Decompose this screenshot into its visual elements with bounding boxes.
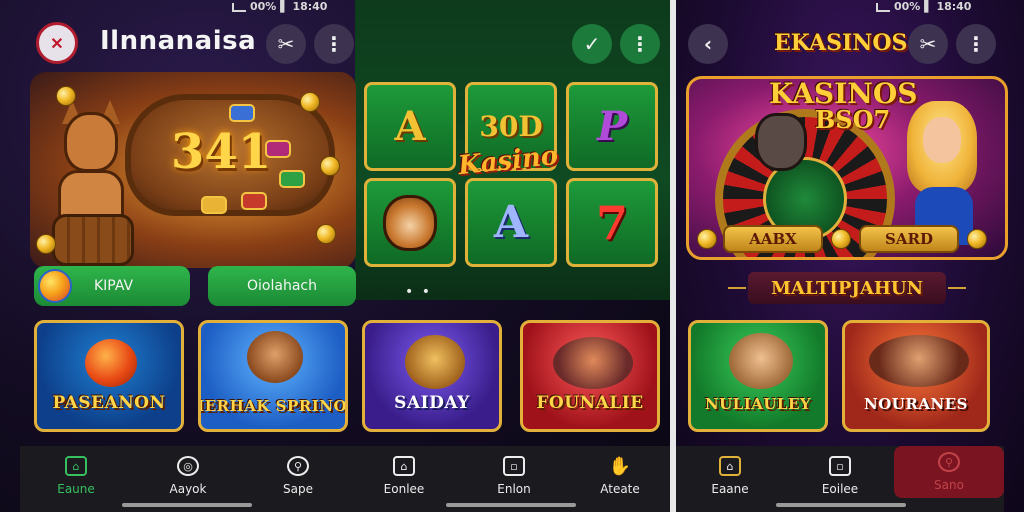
promo-pill-button[interactable]: KIPAV (34, 266, 190, 306)
more-menu-icon[interactable]: ⋮ (620, 24, 660, 64)
hero-button[interactable]: SARD (859, 225, 959, 253)
game-card[interactable]: NULIAULEY (688, 320, 828, 432)
hero-banner[interactable]: KASINOS BSO7 AABX SARD (686, 76, 1008, 260)
symbol-tile[interactable] (364, 178, 456, 267)
game-card-label: FOUNALIE (536, 393, 644, 413)
brand-logo-text: EKASINOS (774, 30, 908, 56)
character-art (729, 333, 793, 389)
gem-icon (241, 192, 267, 210)
right-phone-screen: 00% ▌ 18:40 ‹ EKASINOS ✂ ⋮ KASINOS BSO7 … (676, 0, 1024, 512)
gem-icon (279, 170, 305, 188)
game-table-art: 341 (125, 94, 335, 216)
hero-button[interactable]: AABX (723, 225, 823, 253)
promo-pill-label: Oiolahach (247, 278, 317, 294)
hero-banner[interactable]: 341 (30, 72, 356, 268)
gem-icon (229, 104, 255, 122)
symbol-tile[interactable]: P (566, 82, 658, 171)
coin-icon (697, 229, 717, 249)
chip-icon (38, 269, 72, 303)
jackpot-number: 341 (171, 124, 272, 180)
more-menu-icon[interactable]: ⋮ (956, 24, 996, 64)
nav-home[interactable]: ⌂ Eaune (36, 446, 116, 506)
game-card[interactable]: FOUNALIE (520, 320, 660, 432)
nav-home[interactable]: ⌂ Eaane (690, 446, 770, 506)
more-menu-icon[interactable]: ⋮ (314, 24, 354, 64)
game-card-label: SAIDAY (394, 393, 470, 413)
wolf-mascot (745, 99, 815, 199)
gem-icon (265, 140, 291, 158)
coin-icon (967, 229, 987, 249)
game-card[interactable]: SAIDAY (362, 320, 502, 432)
gesture-bar (446, 503, 576, 507)
symbol-tile[interactable]: A (465, 178, 557, 267)
signal-icon (876, 2, 890, 12)
home-icon: ⌂ (719, 456, 741, 476)
nav-explore[interactable]: ◎ Aayok (148, 446, 228, 506)
promo-pill-button[interactable]: Oiolahach (208, 266, 356, 306)
nav-support[interactable]: ✋ Ateate (580, 446, 660, 506)
symbol-grid: A 30D P A 7 (364, 82, 660, 272)
game-card-label: PASEANON (52, 393, 166, 413)
coin-icon (320, 156, 340, 176)
app-title: Ilnnanaisa (100, 26, 257, 56)
status-bar: 00% ▌ 18:40 (232, 0, 327, 16)
gem-icon (201, 196, 227, 214)
note-icon: ▫ (503, 456, 525, 476)
carousel-indicator: • • (405, 284, 432, 300)
game-card-label: NOURANES (864, 395, 968, 413)
shield-icon[interactable]: ✓ (572, 24, 612, 64)
compass-icon: ◎ (177, 456, 199, 476)
hero-subtitle: BSO7 (815, 105, 891, 134)
gesture-bar (122, 503, 252, 507)
note-icon: ▫ (829, 456, 851, 476)
coin-icon (316, 224, 336, 244)
coin-icon (300, 92, 320, 112)
nav-notes[interactable]: ▫ Eoilee (800, 446, 880, 506)
bear-face-icon (383, 194, 437, 251)
search-icon: ⚲ (287, 456, 309, 476)
nav-notes[interactable]: ▫ Enlon (474, 446, 554, 506)
left-phone-screen: 00% ▌ 18:40 ✕ Ilnnanaisa ✂ ⋮ ✓ ⋮ 341 KIP… (0, 0, 670, 512)
status-bar: 00% ▌ 18:40 (876, 0, 971, 16)
character-art (869, 335, 969, 387)
symbol-tile[interactable]: 7 (566, 178, 658, 267)
signal-icon (232, 2, 246, 12)
hand-icon: ✋ (608, 455, 632, 477)
section-banner: MALTIPJAHUN (728, 272, 966, 304)
game-card-label: MERHAK SPRINOS (201, 397, 348, 415)
game-card[interactable]: NOURANES (842, 320, 990, 432)
search-icon: ⚲ (938, 452, 960, 472)
game-card-label: NULIAULEY (704, 395, 812, 413)
app-logo-icon[interactable]: ✕ (36, 22, 78, 64)
character-art (553, 337, 633, 389)
character-art (405, 335, 465, 389)
promo-pill-label: KIPAV (94, 278, 134, 294)
barrel-art (52, 214, 134, 266)
character-art (247, 331, 303, 383)
nav-search[interactable]: ⚲ Sano (894, 446, 1004, 498)
coin-icon (831, 229, 851, 249)
nav-lobby[interactable]: ⌂ Eonlee (364, 446, 444, 506)
tools-icon[interactable]: ✂ (266, 24, 306, 64)
coin-icon (56, 86, 76, 106)
fruit-icon (85, 339, 137, 387)
home-icon: ⌂ (65, 456, 87, 476)
coin-icon (36, 234, 56, 254)
back-arrow-icon[interactable]: ‹ (688, 24, 728, 64)
symbol-tile[interactable]: A (364, 82, 456, 171)
nav-search[interactable]: ⚲ Sape (258, 446, 338, 506)
tools-icon[interactable]: ✂ (908, 24, 948, 64)
house-outline-icon: ⌂ (393, 456, 415, 476)
game-card[interactable]: PASEANON (34, 320, 184, 432)
game-card[interactable]: MERHAK SPRINOS (198, 320, 348, 432)
gesture-bar (776, 503, 906, 507)
hostess-art (901, 95, 989, 245)
